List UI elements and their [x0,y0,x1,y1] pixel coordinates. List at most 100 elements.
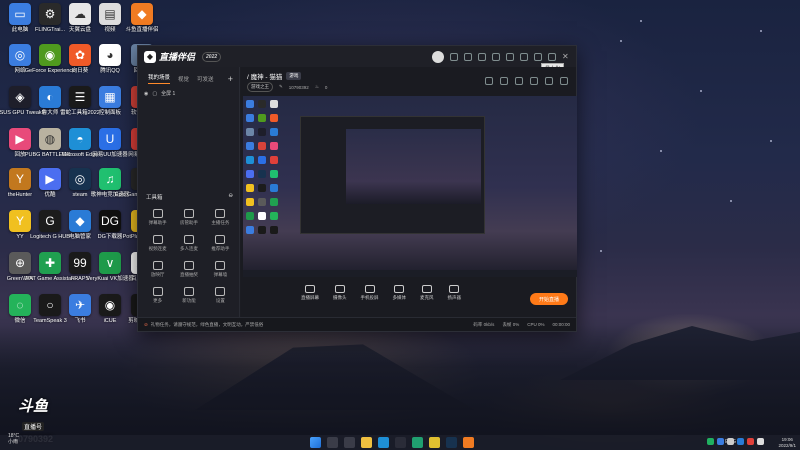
desktop-icon[interactable]: ▤ 视频 [94,3,126,33]
desktop-app-icon: Y [9,168,31,190]
maximize-icon[interactable] [548,52,556,61]
edge-icon[interactable] [378,437,389,448]
desktop-icon[interactable]: YtheHunter [4,168,36,198]
share-icon[interactable] [560,77,568,85]
screen-icon[interactable] [515,77,523,85]
toolbox-item[interactable]: 更多 [142,287,173,304]
collapse-icon[interactable]: ⊖ [228,193,233,201]
tray-icon[interactable] [727,438,734,445]
start-live-button[interactable]: 开始直播 [530,293,568,305]
desktop-icon[interactable]: ✚ WAT Game Assistant [24,252,76,282]
room-title[interactable]: / 魔神 - 猫猫 [247,71,282,81]
start-icon[interactable] [310,437,321,448]
desktop-icon[interactable]: ○ TeamSpeak 3 [33,294,67,324]
desktop-icon[interactable]: ▭ 此电脑 [4,3,36,33]
toolbox-item[interactable]: 多人连麦 [173,235,204,252]
toolbox-item[interactable]: 新功能 [173,287,204,304]
desktop-icon[interactable]: ▶ 优酷 [34,168,66,198]
file-explorer-icon[interactable] [361,437,372,448]
shirt-icon[interactable] [478,52,486,61]
toolbox-item[interactable]: 放映厅 [142,261,173,278]
room-tag[interactable]: 游戏 [286,72,302,80]
app-icon[interactable] [412,437,423,448]
desktop-icon[interactable]: ∨ VeryKuai VK加速器 [86,252,134,282]
desktop-icon[interactable]: ⚙ FLINGTrai... [34,3,66,33]
tray-icon[interactable] [747,438,754,445]
task-view-icon[interactable] [344,437,355,448]
desktop-icon[interactable]: ◕ 腾讯QQ [94,44,126,74]
toolbox-item[interactable]: 主播任务 [205,209,236,226]
source-control[interactable]: 摄像头 [333,285,347,301]
gift-icon[interactable] [464,52,472,61]
clock-date: 2022/9/1 [778,443,796,448]
scene-item[interactable]: ◉ ▢ 全屏 1 [138,84,239,103]
lock-icon[interactable]: ▢ [152,91,157,97]
add-scene-icon[interactable]: + [228,74,233,84]
desktop-icon[interactable]: ◆ 电脑管家 [64,210,96,240]
toolbox-item[interactable]: 设置 [205,287,236,304]
store-icon[interactable] [395,437,406,448]
source-control[interactable]: 多媒体 [393,285,406,301]
desktop-icon[interactable]: ☁ 天翼云盘 [64,3,96,33]
category-button[interactable]: 游戏之王 [247,82,273,92]
desktop-icon[interactable]: U 网易UU加速器 [92,128,128,158]
desktop-icon[interactable]: DG DG下载器 [94,210,126,240]
copy-icon[interactable] [530,77,538,85]
settings-icon[interactable] [506,52,514,61]
search-icon[interactable] [327,437,338,448]
toolbox-item[interactable]: 弹幕墙 [205,261,236,278]
steam-icon[interactable] [446,437,457,448]
desktop-icon[interactable]: ✿ 向日葵 [64,44,96,74]
desktop-icon[interactable]: G Logitech G HUB [30,210,70,240]
toolbox-item[interactable]: 视频连麦 [142,235,173,252]
tab-visual[interactable]: 视觉 [178,75,189,83]
main-tools [485,77,568,85]
avatar[interactable] [432,50,444,63]
minimize-icon[interactable] [534,52,542,61]
weather-widget[interactable]: 18°C 小雨 [8,433,19,445]
app-logo: ◆ 直播伴侣 2022 [144,50,222,63]
tab-sendable[interactable]: 可发送 [197,75,214,83]
streaming-app-window[interactable]: ◆ 直播伴侣 2022 ✕ 最小化 我的场景 视觉 可发送 + ◉ ▢ 全屏 [137,45,577,332]
mail-icon[interactable] [492,52,500,61]
eye-icon[interactable]: ◉ [144,91,148,97]
desktop-icon[interactable]: ☰ 雷蛇工具箱2022 [60,86,100,116]
desktop-icon[interactable]: ✈ 飞书 [64,294,96,324]
source-control[interactable]: 手机投屏 [361,285,379,301]
douyu-icon[interactable] [463,437,474,448]
toolbox-item[interactable]: 弹幕助手 [142,209,173,226]
desktop-icon[interactable]: ◉ GeForce Experience [25,44,75,74]
desktop-icon[interactable]: ▦ 控制面板 [94,86,126,116]
trash-icon[interactable] [485,77,493,85]
menu-icon[interactable] [520,52,528,61]
stream-preview[interactable] [243,96,577,277]
tab-scenes[interactable]: 我的场景 [148,73,170,84]
desktop-icon[interactable]: ◆ 斗鱼直播伴侣 [126,3,159,33]
message-icon[interactable] [450,52,458,61]
close-icon[interactable]: ✕ [562,52,570,61]
title-bar[interactable]: ◆ 直播伴侣 2022 ✕ [138,46,576,67]
app-version[interactable]: 2022 [202,51,222,62]
clock[interactable]: 19:06 2022/9/1 [778,437,796,449]
tray-icon[interactable] [707,438,714,445]
bell-icon[interactable] [545,77,553,85]
desktop-icon-label: 电脑管家 [68,234,91,240]
source-label: 麦克风 [420,295,434,300]
tray-icon[interactable] [737,438,744,445]
toolbox-item[interactable]: 推荐助手 [205,235,236,252]
desktop-icon[interactable]: ◌ 微信 [4,294,36,324]
toolbox-item[interactable]: 直播抽奖 [173,261,204,278]
tray-icon[interactable] [757,438,764,445]
desktop-icon[interactable]: ◉ iCUE [94,294,126,324]
source-control[interactable]: 直播屏幕 [301,285,319,301]
desktop-icon[interactable]: ◈ ASUS GPU Tweakll [0,86,44,116]
toolbox-item[interactable]: 房管助手 [173,209,204,226]
tool-icon [215,261,226,270]
tray-icon[interactable] [717,438,724,445]
edit-icon[interactable]: ✎ [279,84,283,90]
lock-icon[interactable] [500,77,508,85]
source-control[interactable]: 扬声器 [448,285,461,301]
chrome-icon[interactable] [429,437,440,448]
source-icon [421,285,432,293]
source-control[interactable]: 麦克风 [420,285,434,301]
